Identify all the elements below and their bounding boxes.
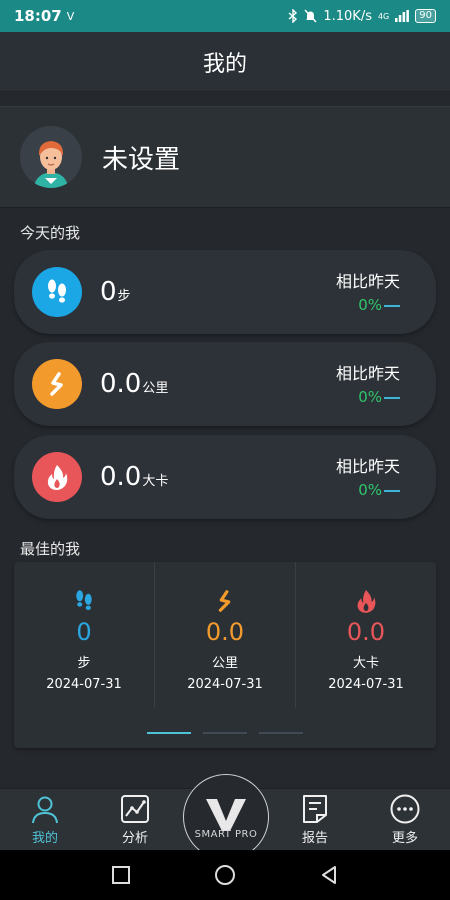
best-calories-value: 0.0	[346, 618, 386, 646]
bluetooth-icon	[288, 9, 298, 23]
no-change-dash-icon	[384, 489, 400, 492]
steps-compare-label: 相比昨天	[335, 272, 400, 291]
mute-bell-icon	[304, 9, 317, 23]
flame-icon	[47, 465, 68, 490]
profile-row[interactable]: 未设置	[0, 106, 450, 208]
distance-value-wrap: 0.0公里	[100, 369, 168, 399]
steps-icon-badge	[32, 267, 82, 317]
distance-compare-label: 相比昨天	[335, 364, 400, 383]
no-change-dash-icon	[384, 304, 400, 307]
distance-unit: 公里	[142, 381, 169, 396]
report-icon	[303, 795, 327, 823]
calories-unit: 大卡	[142, 474, 169, 489]
best-section-label: 最佳的我	[20, 540, 81, 558]
page-dot-1[interactable]	[147, 732, 191, 734]
recent-apps-icon[interactable]	[111, 865, 131, 885]
best-panel[interactable]: 0 步 2024-07-31 0.0 公里 2024-07-31 0.0 大卡 …	[14, 562, 436, 748]
nav-item-report[interactable]: 报告	[285, 793, 345, 846]
steps-value-wrap: 0步	[100, 277, 131, 307]
steps-change: 0%	[358, 296, 382, 314]
battery-icon: 90	[415, 9, 436, 23]
best-distance: 0.0 公里 2024-07-31	[155, 562, 296, 708]
calories-compare: 相比昨天 0%	[336, 453, 400, 499]
calories-card[interactable]: 0.0大卡 相比昨天 0%	[14, 435, 436, 519]
best-calories-date: 2024-07-31	[328, 677, 404, 692]
no-change-dash-icon	[384, 396, 400, 399]
best-calories: 0.0 大卡 2024-07-31	[296, 562, 436, 708]
distance-icon	[50, 372, 63, 396]
steps-value: 0	[100, 277, 117, 307]
calories-icon-badge	[32, 452, 82, 502]
best-distance-unit: 公里	[211, 656, 238, 671]
more-icon	[390, 794, 420, 824]
person-icon	[32, 796, 58, 824]
nav-label-mine: 我的	[31, 831, 58, 846]
center-brand-label: SMART PRO	[194, 828, 258, 840]
distance-value: 0.0	[100, 369, 142, 399]
today-section-label: 今天的我	[20, 224, 81, 242]
home-icon[interactable]	[214, 864, 236, 886]
status-right: 1.10K/s 4G 90	[288, 9, 436, 24]
page-header: 我的	[0, 32, 450, 92]
best-distance-date: 2024-07-31	[187, 677, 263, 692]
calories-value: 0.0	[100, 462, 142, 492]
chart-icon	[121, 795, 149, 823]
steps-card[interactable]: 0步 相比昨天 0%	[14, 250, 436, 334]
steps-compare: 相比昨天 0%	[336, 268, 400, 314]
page-title: 我的	[202, 51, 247, 77]
footsteps-icon	[48, 279, 66, 303]
distance-icon-badge	[32, 359, 82, 409]
page-indicator[interactable]	[14, 732, 436, 734]
avatar[interactable]	[20, 126, 82, 188]
page-dot-2[interactable]	[203, 732, 247, 734]
nav-item-mine[interactable]: 我的	[15, 793, 75, 846]
calories-value-wrap: 0.0大卡	[100, 462, 168, 492]
status-bar: 18:07 V 1.10K/s 4G 90	[0, 0, 450, 32]
calories-change: 0%	[358, 481, 382, 499]
nav-label-more: 更多	[391, 831, 418, 846]
network-speed: 1.10K/s	[323, 8, 372, 24]
signal-icon	[395, 10, 410, 22]
best-distance-value: 0.0	[205, 618, 245, 646]
nav-label-report: 报告	[301, 831, 328, 846]
best-steps: 0 步 2024-07-31	[14, 562, 155, 708]
distance-compare: 相比昨天 0%	[336, 360, 400, 406]
page-dot-3[interactable]	[259, 732, 303, 734]
best-steps-date: 2024-07-31	[46, 677, 122, 692]
profile-name: 未设置	[102, 144, 181, 175]
distance-change: 0%	[358, 388, 382, 406]
distance-card[interactable]: 0.0公里 相比昨天 0%	[14, 342, 436, 426]
signal-label: 4G	[377, 11, 390, 21]
logo-v-icon	[206, 798, 246, 831]
flame-icon	[357, 590, 376, 613]
calories-compare-label: 相比昨天	[335, 457, 400, 476]
nav-label-analysis: 分析	[121, 831, 148, 846]
nav-item-more[interactable]: 更多	[375, 793, 435, 846]
footsteps-icon	[76, 590, 92, 611]
nav-item-analysis[interactable]: 分析	[105, 793, 165, 846]
status-time: 18:07	[14, 7, 62, 25]
status-indicator: V	[66, 9, 75, 23]
system-nav-bar	[0, 850, 450, 900]
best-steps-unit: 步	[77, 656, 91, 671]
center-app-button[interactable]: SMART PRO	[183, 774, 269, 860]
best-steps-value: 0	[76, 618, 92, 646]
best-calories-unit: 大卡	[352, 656, 379, 671]
avatar-icon	[34, 141, 68, 188]
steps-unit: 步	[117, 289, 131, 304]
back-icon[interactable]	[319, 865, 339, 885]
distance-icon	[218, 590, 231, 612]
